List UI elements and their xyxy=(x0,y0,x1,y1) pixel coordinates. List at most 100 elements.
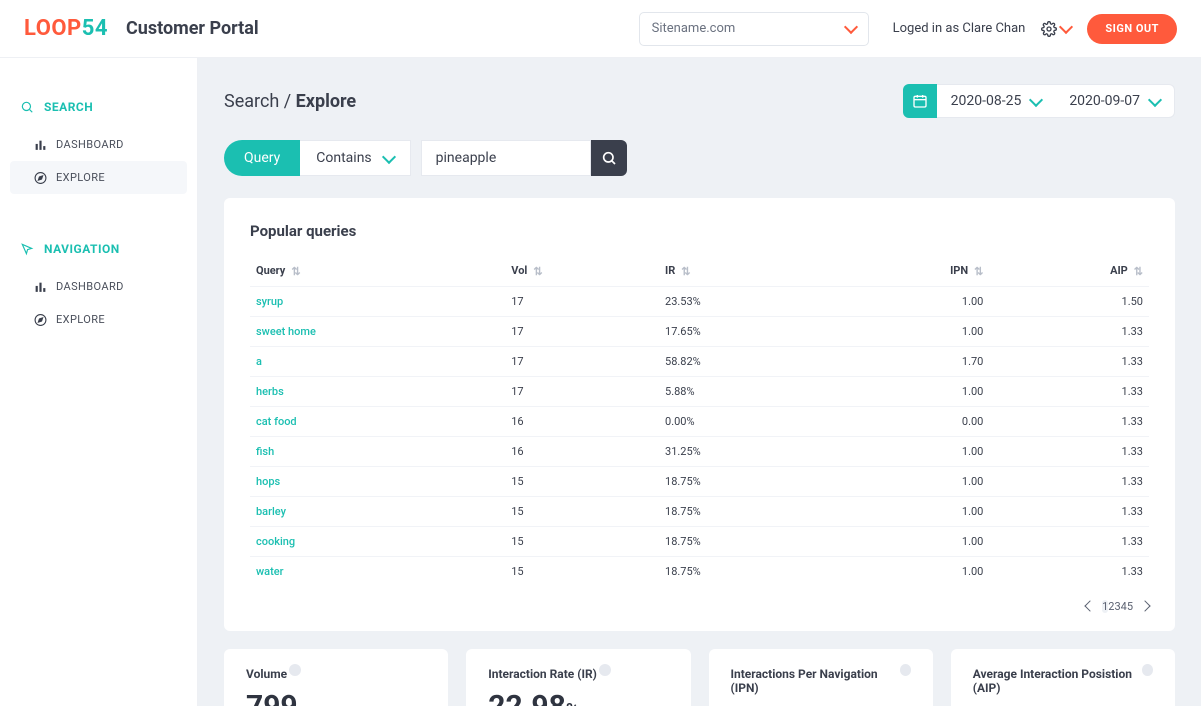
page-next[interactable] xyxy=(1139,600,1150,611)
cell-query: herbs xyxy=(250,376,505,406)
chevron-down-icon xyxy=(1029,92,1043,106)
cell-vol: 15 xyxy=(505,466,659,496)
cell-vol: 15 xyxy=(505,496,659,526)
main-content: Search / Explore 2020-08-25 2020-09-07 Q… xyxy=(198,58,1201,706)
sidebar-group-navigation[interactable]: NAVIGATION xyxy=(0,234,197,270)
cell-query: hops xyxy=(250,466,505,496)
signout-button[interactable]: SIGN OUT xyxy=(1087,14,1177,44)
col-ipn[interactable]: IPN⇅ xyxy=(828,256,989,286)
search-icon xyxy=(601,150,617,166)
queries-table: Query⇅ Vol⇅ IR⇅ IPN⇅ AIP⇅ syrup1723.53%1… xyxy=(250,256,1149,586)
cell-query: fish xyxy=(250,436,505,466)
sidebar-group-search[interactable]: SEARCH xyxy=(0,92,197,128)
filter-search-button[interactable] xyxy=(591,140,627,176)
cell-ir: 23.53% xyxy=(659,286,828,316)
col-query[interactable]: Query⇅ xyxy=(250,256,505,286)
date-from[interactable]: 2020-08-25 xyxy=(937,84,1056,118)
cell-ipn: 1.00 xyxy=(828,526,989,556)
query-link[interactable]: sweet home xyxy=(256,325,316,338)
cell-query: syrup xyxy=(250,286,505,316)
table-row: cooking1518.75%1.001.33 xyxy=(250,526,1149,556)
stat-value: 22.98% xyxy=(488,689,668,706)
cell-vol: 15 xyxy=(505,556,659,586)
sidebar-item-dashboard[interactable]: DASHBOARD xyxy=(0,128,197,161)
cursor-icon xyxy=(20,242,34,256)
sidebar-item-dashboard[interactable]: DASHBOARD xyxy=(0,270,197,303)
sidebar: SEARCH DASHBOARD EXPLORE NAVIGATION D xyxy=(0,58,198,706)
cell-ipn: 1.00 xyxy=(828,436,989,466)
stat-value: 2.90 xyxy=(973,703,1153,706)
search-icon xyxy=(20,100,34,114)
table-row: syrup 1723.53%1.001.50 xyxy=(250,286,1149,316)
query-link[interactable]: fish xyxy=(256,445,274,458)
card-title: Popular queries xyxy=(250,222,1149,240)
stat-value: 1.18 xyxy=(731,703,911,706)
gear-icon xyxy=(1041,21,1057,37)
cell-vol: 17 xyxy=(505,286,659,316)
cell-vol: 17 xyxy=(505,346,659,376)
cell-aip: 1.50 xyxy=(989,286,1149,316)
query-link[interactable]: water xyxy=(256,565,284,578)
cell-ipn: 1.70 xyxy=(828,346,989,376)
cell-ir: 18.75% xyxy=(659,556,828,586)
cell-ir: 18.75% xyxy=(659,496,828,526)
table-row: water1518.75%1.001.33 xyxy=(250,556,1149,586)
page-prev[interactable] xyxy=(1084,600,1095,611)
cell-aip: 1.33 xyxy=(989,346,1149,376)
page-5[interactable]: 5 xyxy=(1127,600,1133,613)
info-icon[interactable] xyxy=(900,664,911,676)
info-icon[interactable] xyxy=(1142,664,1153,676)
cell-aip: 1.33 xyxy=(989,406,1149,436)
cell-aip: 1.33 xyxy=(989,316,1149,346)
query-link[interactable]: barley xyxy=(256,505,286,518)
table-row: hops1518.75%1.001.33 xyxy=(250,466,1149,496)
site-dropdown-value: Sitename.com xyxy=(652,21,736,36)
site-dropdown[interactable]: Sitename.com xyxy=(639,12,869,46)
query-link[interactable]: a xyxy=(256,355,262,368)
stat-ir: Interaction Rate (IR) 22.98% xyxy=(466,649,690,706)
cell-aip: 1.33 xyxy=(989,376,1149,406)
sidebar-item-explore[interactable]: EXPLORE xyxy=(0,303,197,336)
login-text: Loged in as Clare Chan xyxy=(893,21,1026,36)
stat-aip: Average Interaction Posistion (AIP) 2.90 xyxy=(951,649,1175,706)
cell-ipn: 1.00 xyxy=(828,286,989,316)
info-icon[interactable] xyxy=(599,664,611,676)
cell-ipn: 1.00 xyxy=(828,316,989,346)
query-link[interactable]: cooking xyxy=(256,535,295,548)
date-to[interactable]: 2020-09-07 xyxy=(1055,84,1175,118)
query-link[interactable]: syrup xyxy=(256,295,283,308)
filter-pill[interactable]: Query xyxy=(224,140,300,176)
table-row: herbs175.88%1.001.33 xyxy=(250,376,1149,406)
cell-vol: 15 xyxy=(505,526,659,556)
cell-aip: 1.33 xyxy=(989,526,1149,556)
cell-ipn: 1.00 xyxy=(828,496,989,526)
sort-icon: ⇅ xyxy=(533,265,542,278)
cell-ipn: 0.00 xyxy=(828,406,989,436)
col-aip[interactable]: AIP⇅ xyxy=(989,256,1149,286)
cell-ir: 17.65% xyxy=(659,316,828,346)
settings-button[interactable] xyxy=(1041,21,1071,37)
sort-icon: ⇅ xyxy=(681,265,690,278)
cell-vol: 16 xyxy=(505,436,659,466)
cell-aip: 1.33 xyxy=(989,466,1149,496)
info-icon[interactable] xyxy=(289,664,301,676)
table-row: barley1518.75%1.001.33 xyxy=(250,496,1149,526)
filter-mode-select[interactable]: Contains xyxy=(300,140,410,176)
col-ir[interactable]: IR⇅ xyxy=(659,256,828,286)
breadcrumb: Search / Explore xyxy=(224,91,356,112)
cell-ir: 0.00% xyxy=(659,406,828,436)
filter-input[interactable]: pineapple xyxy=(421,140,591,176)
sidebar-item-label: DASHBOARD xyxy=(56,138,124,151)
col-vol[interactable]: Vol⇅ xyxy=(505,256,659,286)
chevron-down-icon xyxy=(1059,20,1073,34)
stat-volume: Volume 799 xyxy=(224,649,448,706)
cell-ipn: 1.00 xyxy=(828,376,989,406)
date-range-picker[interactable]: 2020-08-25 2020-09-07 xyxy=(903,84,1175,118)
stat-ipn: Interactions Per Navigation (IPN) 1.18 xyxy=(709,649,933,706)
cell-ir: 58.82% xyxy=(659,346,828,376)
query-link[interactable]: herbs xyxy=(256,385,284,398)
sidebar-item-explore[interactable]: EXPLORE xyxy=(10,161,187,194)
cell-vol: 17 xyxy=(505,316,659,346)
query-link[interactable]: hops xyxy=(256,475,280,488)
query-link[interactable]: cat food xyxy=(256,415,297,428)
